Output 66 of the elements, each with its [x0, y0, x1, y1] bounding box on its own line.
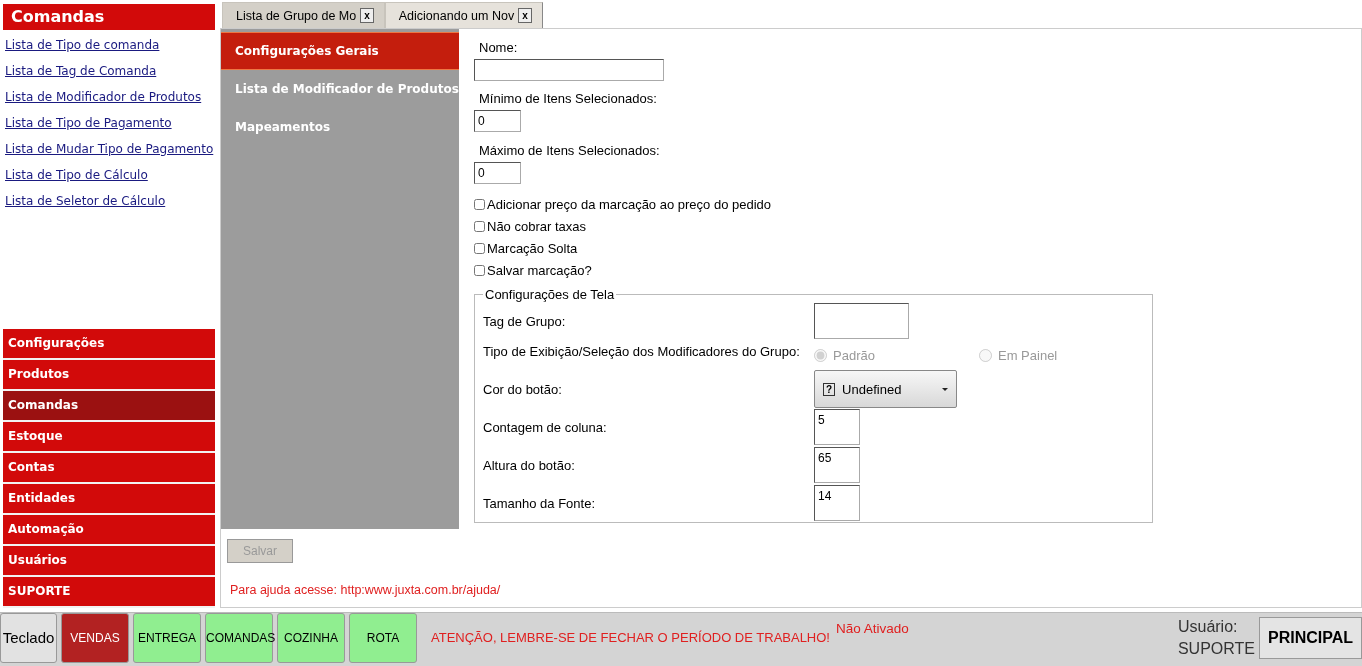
module-button[interactable]: ENTREGA — [133, 612, 201, 663]
radio-label: Em Painel — [998, 348, 1058, 363]
keyboard-button[interactable]: Teclado — [0, 612, 57, 663]
nav-item[interactable]: Usuários — [3, 546, 215, 577]
input-field[interactable]: 0 — [474, 110, 521, 132]
question-icon: ? — [823, 382, 836, 396]
help-text: Para ajuda acesse: http:www.juxta.com.br/ajuda/ — [229, 583, 502, 597]
group-title: Configurações de Tela — [484, 287, 616, 302]
module-button[interactable]: COZINHA — [277, 612, 345, 663]
checkbox[interactable] — [474, 220, 485, 232]
nav-item[interactable]: Contas — [3, 453, 215, 484]
input-field[interactable] — [814, 303, 909, 339]
checkbox-label: Marcação Solta — [487, 240, 578, 256]
nav-item[interactable]: Estoque — [3, 422, 215, 453]
close-button[interactable]: x — [518, 8, 532, 23]
input-field[interactable] — [474, 59, 664, 81]
input-field[interactable]: 5 — [814, 409, 860, 445]
radio-label: Padrão — [833, 348, 875, 363]
warning-text: ATENÇÃO, LEMBRE-SE DE FECHAR O PERÍODO DE TRABALHO! — [431, 630, 830, 645]
nav-item[interactable]: Comandas — [3, 391, 215, 422]
menu-link[interactable]: Lista de Tag de Comanda — [5, 64, 215, 78]
color-dropdown[interactable]: ? Undefined — [814, 370, 957, 408]
nav-item[interactable]: Automação — [3, 515, 215, 546]
field-label: Cor do botão: — [483, 381, 563, 397]
user-label: Usuário: — [1177, 616, 1239, 637]
field-label: Mínimo de Itens Selecionados: — [478, 90, 658, 108]
activation-status: Não Ativado — [836, 621, 909, 636]
field-label: Tag de Grupo: — [483, 313, 567, 329]
user-name: SUPORTE — [1177, 638, 1255, 659]
checkbox[interactable] — [474, 242, 485, 254]
module-button[interactable]: COMANDAS — [205, 612, 273, 663]
tab[interactable]: Lista de Grupo de Mo x — [222, 2, 385, 28]
nav-item[interactable]: Entidades — [3, 484, 215, 515]
field-label: Máximo de Itens Selecionados: — [478, 142, 661, 160]
checkbox-label: Salvar marcação? — [487, 262, 592, 278]
field-label: Nome: — [478, 39, 519, 57]
menu-link[interactable]: Lista de Tipo de Pagamento — [5, 116, 215, 130]
input-field[interactable]: 65 — [814, 447, 860, 483]
side-menu-item[interactable]: Configurações Gerais — [221, 32, 459, 70]
menu-link[interactable]: Lista de Seletor de Cálculo — [5, 194, 215, 208]
tab-label: Lista de Grupo de Mo — [236, 8, 357, 23]
menu-link[interactable]: Lista de Mudar Tipo de Pagamento — [5, 142, 215, 156]
main-button[interactable]: PRINCIPAL — [1259, 616, 1362, 659]
checkbox[interactable] — [474, 198, 485, 210]
close-button[interactable]: x — [360, 8, 374, 23]
tab-label: Adicionando um Nov — [398, 8, 515, 23]
field-label: Tamanho da Fonte: — [483, 495, 597, 511]
field-label: Contagem de coluna: — [483, 419, 608, 435]
module-button[interactable]: ROTA — [349, 612, 417, 663]
nav-item[interactable]: SUPORTE — [3, 577, 215, 608]
input-field[interactable]: 0 — [474, 162, 521, 184]
field-label: Tipo de Exibição/Seleção dos Modificadores do Grupo: — [483, 344, 801, 359]
nav-item[interactable]: Produtos — [3, 360, 215, 391]
nav-item[interactable]: Configurações — [3, 329, 215, 360]
tab[interactable]: Adicionando um Nov x — [384, 2, 543, 28]
menu-link[interactable]: Lista de Tipo de Cálculo — [5, 168, 215, 182]
input-field[interactable]: 14 — [814, 485, 860, 521]
module-button[interactable]: VENDAS — [61, 612, 129, 663]
section-title: Comandas — [3, 4, 215, 30]
checkbox-label: Adicionar preço da marcação ao preço do pedido — [487, 196, 771, 212]
checkbox[interactable] — [474, 264, 485, 276]
caret-icon — [942, 387, 948, 391]
checkbox-label: Não cobrar taxas — [487, 218, 586, 234]
menu-link[interactable]: Lista de Modificador de Produtos — [5, 90, 215, 104]
field-label: Altura do botão: — [483, 457, 576, 473]
menu-link[interactable]: Lista de Tipo de comanda — [5, 38, 215, 52]
